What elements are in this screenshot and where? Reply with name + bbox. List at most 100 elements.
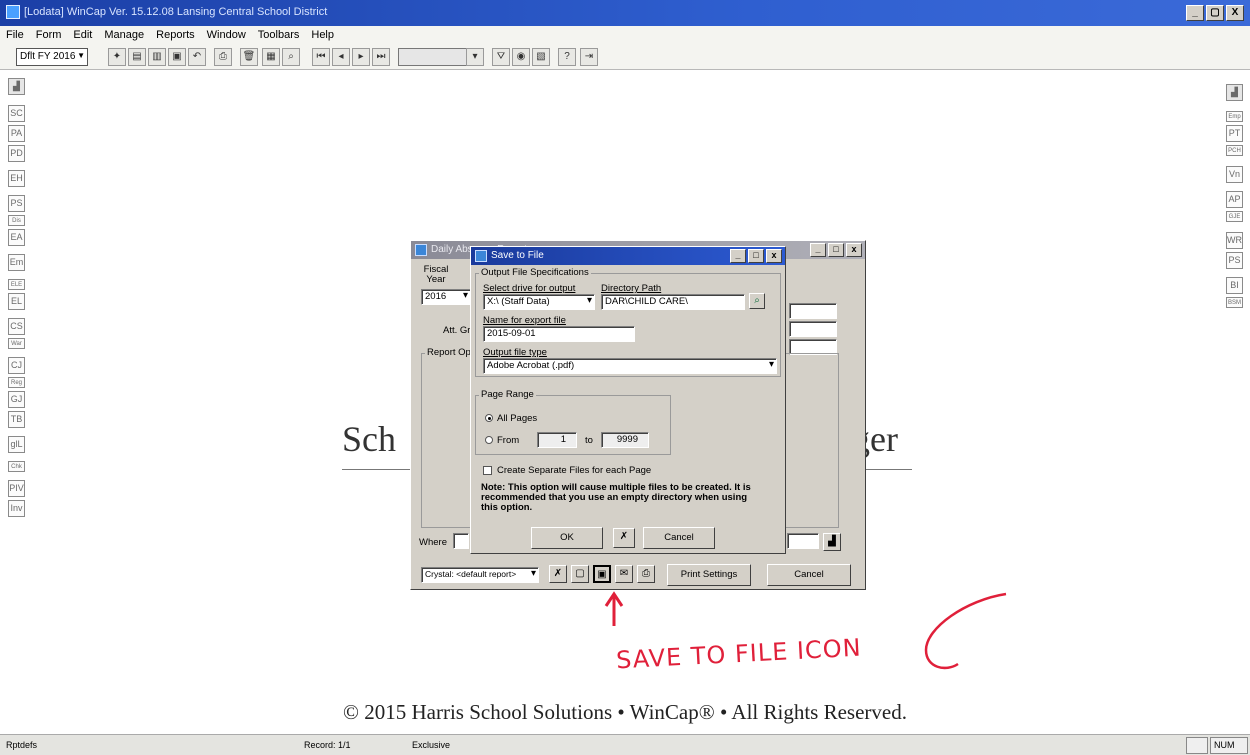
all-pages-radio[interactable] — [485, 414, 493, 423]
absence-field-1[interactable] — [789, 303, 837, 319]
sidebar-ea[interactable]: EA — [8, 229, 25, 246]
menu-edit[interactable]: Edit — [73, 29, 92, 41]
menu-toolbars[interactable]: Toolbars — [258, 29, 300, 41]
sidebar-bsm[interactable]: BSM — [1226, 297, 1243, 308]
file-type-select[interactable]: Adobe Acrobat (.pdf) — [483, 358, 777, 374]
email-icon[interactable]: ✉ — [615, 565, 633, 583]
save-maximize-button[interactable]: □ — [748, 249, 764, 263]
sidebar-pa[interactable]: PA — [8, 125, 25, 142]
sidebar-wr[interactable]: WR — [1226, 232, 1243, 249]
combo-dropdown-icon[interactable]: ▾ — [466, 48, 484, 66]
report-icon[interactable]: ▧ — [532, 48, 550, 66]
sidebar-cj[interactable]: CJ — [8, 357, 25, 374]
sidebar-ps-right[interactable]: PS — [1226, 252, 1243, 269]
sidebar-eh[interactable]: EH — [8, 170, 25, 187]
ok-button[interactable]: OK — [531, 527, 603, 549]
sidebar-reg[interactable]: Reg — [8, 377, 25, 388]
sidebar-dis[interactable]: Dis — [8, 215, 25, 226]
menu-file[interactable]: File — [6, 29, 24, 41]
sidebar-bi[interactable]: BI — [1226, 277, 1243, 294]
sidebar-war[interactable]: War — [8, 338, 25, 349]
sidebar-ele[interactable]: ELE — [8, 279, 25, 290]
sidebar-piv[interactable]: PIV — [8, 480, 25, 497]
all-pages-option[interactable]: All Pages — [485, 413, 537, 424]
print-settings-button[interactable]: Print Settings — [667, 564, 751, 586]
sidebar-gll[interactable]: glL — [8, 436, 25, 453]
next-record-icon[interactable]: ▸ — [352, 48, 370, 66]
sidebar-emp[interactable]: Emp — [1226, 111, 1243, 122]
export-name-input[interactable]: 2015-09-01 — [483, 326, 635, 342]
spreadsheet-icon[interactable]: ▦ — [262, 48, 280, 66]
exit-icon[interactable]: ⇥ — [580, 48, 598, 66]
sidebar-ps[interactable]: PS — [8, 195, 25, 212]
delete-icon[interactable]: 🗑 — [240, 48, 258, 66]
absence-field-2[interactable] — [789, 321, 837, 337]
browse-folder-icon[interactable]: ⌕ — [749, 293, 765, 309]
save-cancel-button[interactable]: Cancel — [643, 527, 715, 549]
filter-icon[interactable]: ⛛ — [492, 48, 510, 66]
sidebar-em[interactable]: Em — [8, 254, 25, 271]
prev-record-icon[interactable]: ◂ — [332, 48, 350, 66]
close-button[interactable]: X — [1226, 5, 1244, 21]
printer-icon[interactable]: ⎙ — [637, 565, 655, 583]
directory-path-input[interactable]: DAR\CHILD CARE\ — [601, 294, 745, 310]
absence-close-button[interactable]: x — [846, 243, 862, 257]
save-close-button[interactable]: x — [766, 249, 782, 263]
absence-minimize-button[interactable]: _ — [810, 243, 826, 257]
clear-icon[interactable]: ✗ — [549, 565, 567, 583]
save-to-file-icon[interactable]: ▣ — [593, 565, 611, 583]
from-page-input[interactable]: 1 — [537, 432, 577, 448]
sidebar-pt[interactable]: PT — [1226, 125, 1243, 142]
where-input-right[interactable] — [787, 533, 819, 549]
sidebar-ap[interactable]: AP — [1226, 191, 1243, 208]
sidebar-chk[interactable]: Chk — [8, 461, 25, 472]
sidebar-tb[interactable]: TB — [8, 411, 25, 428]
find-icon[interactable]: ⌕ — [282, 48, 300, 66]
last-record-icon[interactable]: ⏭ — [372, 48, 390, 66]
restore-button[interactable]: ▢ — [1206, 5, 1224, 21]
help-icon[interactable]: ? — [558, 48, 576, 66]
sidebar-cs[interactable]: CS — [8, 318, 25, 335]
from-option[interactable]: From — [485, 435, 519, 446]
fiscal-year-label: Fiscal Year — [423, 264, 449, 285]
separate-files-option[interactable]: Create Separate Files for each Page — [483, 465, 651, 476]
fiscal-year-select[interactable]: 2016 — [421, 289, 471, 305]
menu-form[interactable]: Form — [36, 29, 62, 41]
menu-help[interactable]: Help — [311, 29, 334, 41]
clear-settings-icon[interactable]: ✗ — [613, 528, 635, 548]
chart-icon[interactable]: ▟ — [8, 78, 25, 95]
sidebar-pch[interactable]: PCH — [1226, 145, 1243, 156]
fiscal-year-select[interactable]: Dflt FY 2016 — [16, 48, 88, 66]
save-icon[interactable]: ▣ — [168, 48, 186, 66]
sidebar-inv[interactable]: Inv — [8, 500, 25, 517]
sidebar-pd[interactable]: PD — [8, 145, 25, 162]
first-record-icon[interactable]: ⏮ — [312, 48, 330, 66]
sidebar-vn[interactable]: Vn — [1226, 166, 1243, 183]
chart-icon-dialog[interactable]: ▟ — [823, 533, 841, 551]
sidebar-el[interactable]: EL — [8, 293, 25, 310]
sidebar-gje[interactable]: GJE — [1226, 211, 1243, 222]
sidebar-gj[interactable]: GJ — [8, 391, 25, 408]
absence-cancel-button[interactable]: Cancel — [767, 564, 851, 586]
menu-window[interactable]: Window — [207, 29, 246, 41]
where-input[interactable] — [453, 533, 469, 549]
undo-icon[interactable]: ↶ — [188, 48, 206, 66]
print-icon[interactable]: ⎙ — [214, 48, 232, 66]
crystal-report-select[interactable]: Crystal: <default report> — [421, 567, 539, 583]
copy-record-icon[interactable]: ▤ — [128, 48, 146, 66]
preview-icon[interactable]: ▢ — [571, 565, 589, 583]
minimize-button[interactable]: _ — [1186, 5, 1204, 21]
new-record-icon[interactable]: ✦ — [108, 48, 126, 66]
drive-select[interactable]: X:\ (Staff Data) — [483, 294, 595, 310]
query-icon[interactable]: ◉ — [512, 48, 530, 66]
menu-manage[interactable]: Manage — [104, 29, 144, 41]
separate-files-checkbox[interactable] — [483, 465, 492, 475]
paste-record-icon[interactable]: ▥ — [148, 48, 166, 66]
to-page-input[interactable]: 9999 — [601, 432, 649, 448]
sidebar-sc[interactable]: SC — [8, 105, 25, 122]
from-radio[interactable] — [485, 436, 493, 445]
absence-maximize-button[interactable]: □ — [828, 243, 844, 257]
save-minimize-button[interactable]: _ — [730, 249, 746, 263]
menu-reports[interactable]: Reports — [156, 29, 195, 41]
chart-icon-right[interactable]: ▟ — [1226, 84, 1243, 101]
